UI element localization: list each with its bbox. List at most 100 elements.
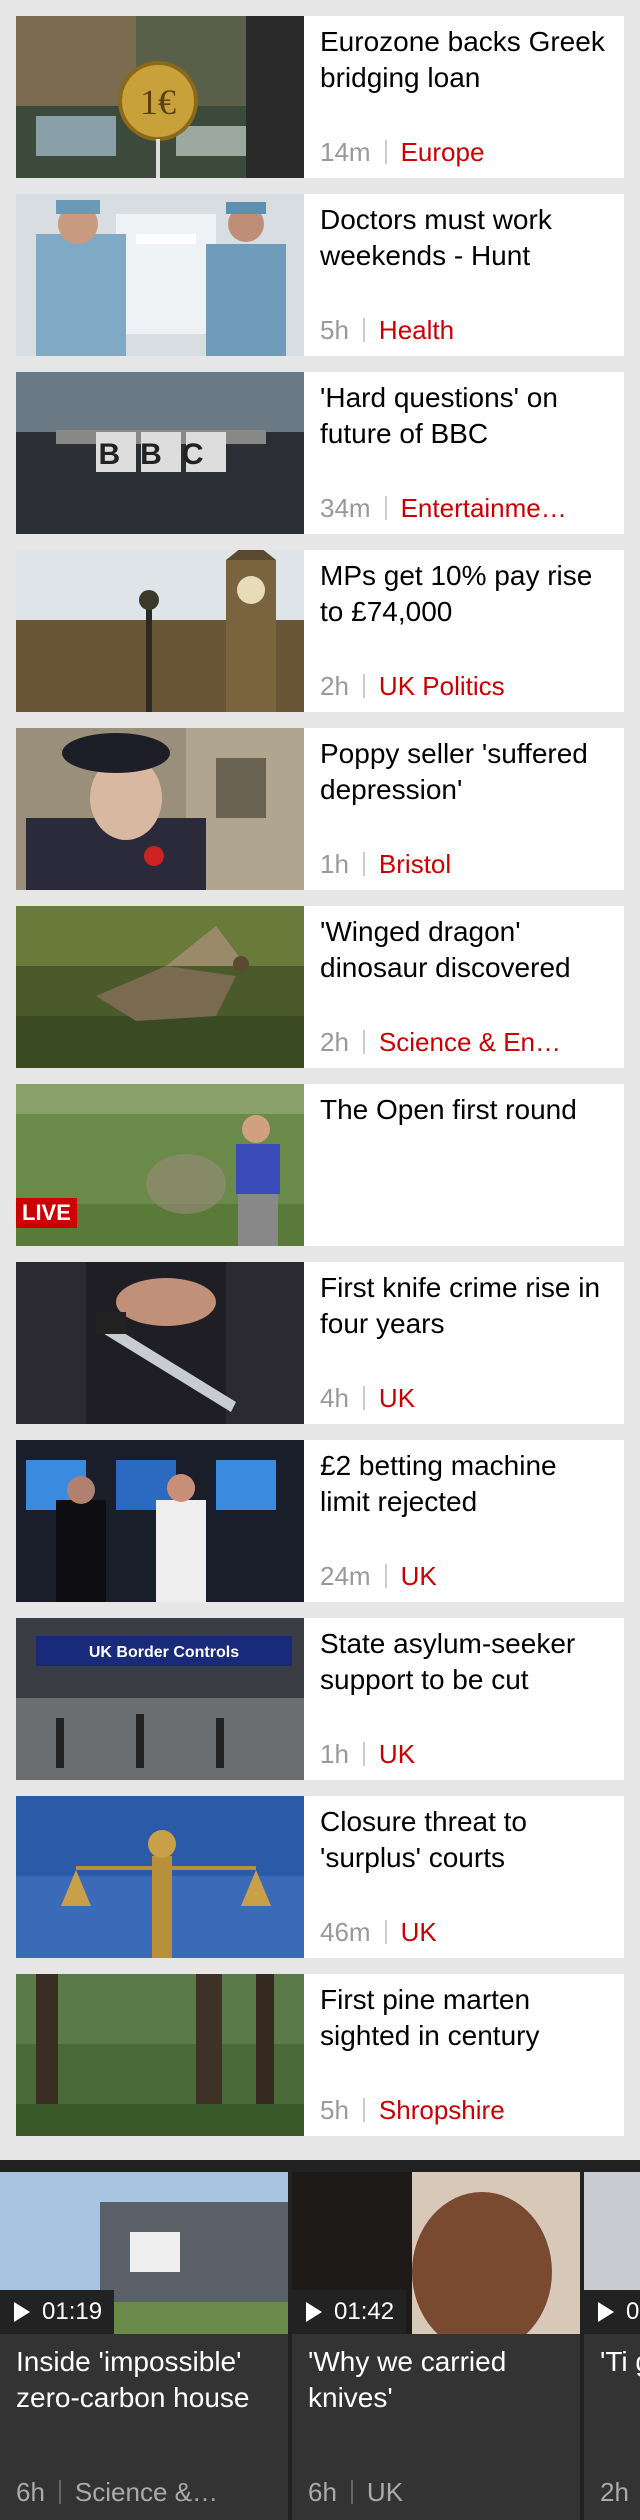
story-section: Science & En…: [378, 1027, 562, 1057]
story-card[interactable]: Closure threat to 'surplus' courts 46m UK: [16, 1796, 624, 1958]
play-icon: [306, 2302, 322, 2322]
story-card[interactable]: Doctors must work weekends - Hunt 5h Heal…: [16, 194, 624, 356]
story-thumbnail-betting-machines: [16, 1440, 304, 1602]
story-meta: 5h Health: [320, 315, 612, 346]
video-duration: 01:19: [0, 2290, 115, 2334]
story-card[interactable]: BBC 'Hard questions' on future of BBC 34…: [16, 372, 624, 534]
video-thumbnail-carbon-house: 01:19: [0, 2172, 288, 2334]
meta-divider: [384, 140, 387, 164]
meta-divider: [362, 318, 365, 342]
story-time: 24m: [320, 1561, 371, 1591]
story-card[interactable]: MPs get 10% pay rise to £74,000 2h UK Pol…: [16, 550, 624, 712]
story-headline: MPs get 10% pay rise to £74,000: [320, 560, 593, 627]
story-thumbnail-bbc: BBC: [16, 372, 304, 534]
story-card[interactable]: First pine marten sighted in century 5h S…: [16, 1974, 624, 2136]
meta-divider: [362, 1030, 365, 1054]
story-thumbnail-parliament: [16, 550, 304, 712]
story-time: 1h: [320, 849, 349, 879]
story-card[interactable]: First knife crime rise in four years 4h U…: [16, 1262, 624, 1424]
story-card[interactable]: £2 betting machine limit rejected 24m UK: [16, 1440, 624, 1602]
video-duration-text: 01:19: [42, 2298, 103, 2325]
story-thumbnail-euro-coin: 1€: [16, 16, 304, 178]
video-title: 'Why we carried knives': [308, 2346, 507, 2413]
meta-divider: [384, 496, 387, 520]
story-meta: 1h UK: [320, 1739, 612, 1770]
story-section: Health: [378, 315, 455, 345]
story-meta: 24m UK: [320, 1561, 612, 1592]
meta-divider: [362, 674, 365, 698]
video-duration: 01:42: [292, 2290, 407, 2334]
video-thumbnail-partial: 0: [584, 2172, 640, 2334]
meta-divider: [384, 1920, 387, 1944]
story-meta: 14m Europe: [320, 137, 612, 168]
meta-divider: [362, 852, 365, 876]
story-time: 4h: [320, 1383, 349, 1413]
video-card[interactable]: 01:19 Inside 'impossible' zero-carbon ho…: [0, 2172, 288, 2520]
video-carousel[interactable]: 01:19 Inside 'impossible' zero-carbon ho…: [0, 2160, 640, 2520]
story-headline: Poppy seller 'suffered depression': [320, 738, 588, 805]
story-thumbnail-dinosaur: [16, 906, 304, 1068]
story-time: 2h: [320, 1027, 349, 1057]
story-card[interactable]: 'Winged dragon' dinosaur discovered 2h Sc…: [16, 906, 624, 1068]
story-section: UK: [378, 1739, 416, 1769]
video-meta: 6h UK: [308, 2477, 566, 2508]
story-time: 46m: [320, 1917, 371, 1947]
story-meta: 2h UK Politics: [320, 671, 612, 702]
play-icon: [14, 2302, 30, 2322]
story-headline: Doctors must work weekends - Hunt: [320, 204, 552, 271]
story-meta: 4h UK: [320, 1383, 612, 1414]
live-badge: LIVE: [16, 1198, 77, 1228]
play-icon: [598, 2302, 614, 2322]
story-meta: 46m UK: [320, 1917, 612, 1948]
story-meta: 34m Entertainme…: [320, 493, 612, 524]
story-card[interactable]: LIVE The Open first round: [16, 1084, 624, 1246]
meta-divider: [362, 1386, 365, 1410]
story-headline: First knife crime rise in four years: [320, 1272, 601, 1339]
video-duration-text: 01:42: [334, 2298, 395, 2325]
story-section: UK: [400, 1917, 437, 1947]
bbc-logo-text: BBC: [99, 438, 224, 471]
border-sign-text: UK Border Controls: [89, 1644, 239, 1661]
video-meta: 6h Science &…: [16, 2477, 274, 2508]
story-card[interactable]: Poppy seller 'suffered depression' 1h Bri…: [16, 728, 624, 890]
story-thumbnail-pine-marten: [16, 1974, 304, 2136]
video-section: UK: [366, 2477, 404, 2507]
story-headline: 'Winged dragon' dinosaur discovered: [320, 916, 571, 983]
video-time: 6h: [16, 2477, 45, 2507]
video-time: 6h: [308, 2477, 337, 2507]
coin-label: 1€: [140, 82, 176, 122]
story-meta: 5h Shropshire: [320, 2095, 612, 2126]
meta-divider: [362, 1742, 365, 1766]
story-headline: The Open first round: [320, 1094, 577, 1125]
story-time: 2h: [320, 671, 349, 701]
story-headline: 'Hard questions' on future of BBC: [320, 382, 558, 449]
video-title: Inside 'impossible' zero-carbon house: [16, 2346, 250, 2413]
meta-divider: [58, 2480, 61, 2504]
story-thumbnail-poppy-seller: [16, 728, 304, 890]
meta-divider: [384, 1564, 387, 1588]
story-time: 34m: [320, 493, 371, 523]
story-thumbnail-doctors: [16, 194, 304, 356]
video-card[interactable]: 0 'Ti get 2h: [584, 2172, 640, 2520]
story-thumbnail-knife: [16, 1262, 304, 1424]
story-time: 14m: [320, 137, 371, 167]
meta-divider: [362, 2098, 365, 2122]
story-section: Europe: [400, 137, 485, 167]
video-time: 2h: [600, 2477, 629, 2507]
video-meta: 2h: [600, 2477, 640, 2508]
story-thumbnail-golf: LIVE: [16, 1084, 304, 1246]
story-card[interactable]: UK Border Controls State asylum-seeker s…: [16, 1618, 624, 1780]
story-section: Entertainme…: [400, 493, 567, 523]
video-title: 'Ti get: [600, 2346, 640, 2377]
story-section: UK: [400, 1561, 437, 1591]
story-meta: 1h Bristol: [320, 849, 612, 880]
video-card[interactable]: 01:42 'Why we carried knives' 6h UK: [292, 2172, 580, 2520]
video-thumbnail-knives: 01:42: [292, 2172, 580, 2334]
video-duration-text: 0: [626, 2298, 640, 2325]
story-headline: State asylum-seeker support to be cut: [320, 1628, 576, 1695]
story-card[interactable]: 1€ Eurozone backs Greek bridging loan 14…: [16, 16, 624, 178]
story-section: Bristol: [378, 849, 452, 879]
story-time: 5h: [320, 315, 349, 345]
story-headline: First pine marten sighted in century: [320, 1984, 540, 2051]
story-section: UK: [378, 1383, 416, 1413]
